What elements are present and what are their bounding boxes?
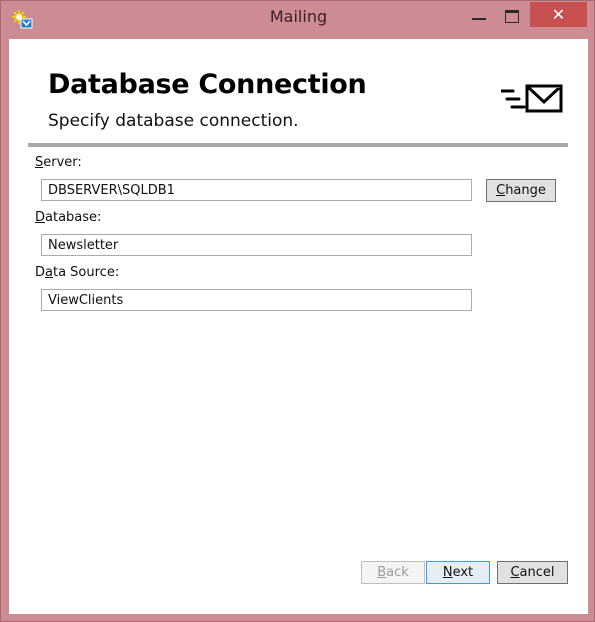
title-bar[interactable]: Mailing ✕	[1, 1, 595, 31]
database-field[interactable]	[41, 234, 472, 256]
server-label-text: erver:	[43, 155, 82, 170]
database-label-mnemonic: D	[35, 210, 46, 225]
mailing-window: Mailing ✕ Database Connection Specify da…	[0, 0, 595, 622]
next-button[interactable]: Next	[426, 561, 490, 584]
change-mnemonic: C	[496, 183, 506, 198]
server-label: Server:	[35, 155, 82, 170]
close-button[interactable]: ✕	[530, 2, 587, 27]
close-icon: ✕	[551, 5, 566, 24]
data-source-label-text: ta Source:	[52, 265, 120, 280]
back-button[interactable]: Back	[361, 561, 425, 584]
mail-send-icon	[499, 84, 571, 124]
back-label: ack	[386, 565, 409, 580]
next-mnemonic: N	[442, 565, 453, 580]
change-button[interactable]: Change	[486, 179, 556, 202]
cancel-mnemonic: C	[510, 565, 520, 580]
maximize-button[interactable]	[501, 1, 531, 27]
cancel-label: ancel	[519, 565, 555, 580]
minimize-button[interactable]	[461, 1, 501, 27]
database-label-text: atabase:	[45, 210, 102, 225]
cancel-button[interactable]: Cancel	[497, 561, 568, 584]
page-title: Database Connection	[48, 69, 367, 100]
next-label: ext	[452, 565, 474, 580]
data-source-label-mnemonic: a	[45, 265, 53, 280]
wizard-page: Database Connection Specify database con…	[9, 39, 588, 614]
data-source-field[interactable]	[41, 289, 472, 311]
header-separator	[28, 143, 568, 147]
database-label: Database:	[35, 210, 101, 225]
back-mnemonic: B	[377, 565, 387, 580]
change-label: hange	[505, 183, 546, 198]
server-field[interactable]	[41, 179, 472, 201]
page-subtitle: Specify database connection.	[48, 111, 299, 131]
data-source-label: Data Source:	[35, 265, 119, 280]
data-source-label-pre: D	[35, 265, 46, 280]
